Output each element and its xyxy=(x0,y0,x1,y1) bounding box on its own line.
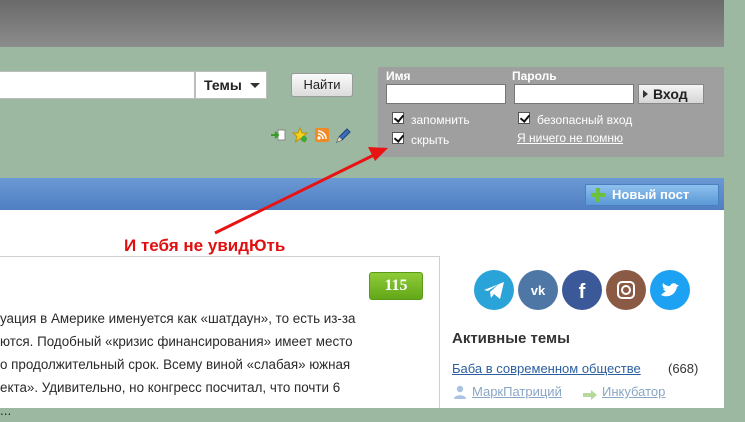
instagram-icon[interactable] xyxy=(606,270,646,310)
login-button-label: Вход xyxy=(653,86,688,102)
new-post-button[interactable]: Новый пост xyxy=(585,184,719,206)
search-input[interactable] xyxy=(0,71,195,99)
article-text: уация в Америке именуется как «шатдаун»,… xyxy=(0,307,422,422)
star-icon[interactable] xyxy=(291,126,309,144)
login-panel: Имя Пароль Вход запомнить безопасный вхо… xyxy=(378,67,724,157)
hide-checkbox[interactable] xyxy=(392,132,404,144)
annotation-label: И тебя не увидЮть xyxy=(124,236,286,255)
twitter-icon[interactable] xyxy=(650,270,690,310)
svg-text:vk: vk xyxy=(531,283,546,298)
new-post-label: Новый пост xyxy=(612,187,690,202)
facebook-icon[interactable]: f xyxy=(562,270,602,310)
remember-label: запомнить xyxy=(411,113,470,127)
chevron-down-icon xyxy=(250,83,260,88)
plus-icon xyxy=(591,188,605,202)
article-line: уация в Америке именуется как «шатдаун»,… xyxy=(0,311,356,326)
login-button[interactable]: Вход xyxy=(638,84,704,104)
article-line: о продолжительный срок. Всему виной «сла… xyxy=(0,357,351,372)
forgot-password-link[interactable]: Я ничего не помню xyxy=(517,131,623,145)
topic-link[interactable]: Баба в современном обществе xyxy=(452,361,641,376)
svg-text:f: f xyxy=(579,281,586,303)
page-background xyxy=(724,0,745,47)
page-background xyxy=(724,178,745,210)
user-icon xyxy=(454,385,466,399)
arrow-right-icon xyxy=(583,387,597,400)
search-button[interactable]: Найти xyxy=(291,73,353,97)
page-background xyxy=(724,210,745,408)
pencil-icon[interactable] xyxy=(334,127,351,143)
rss-icon[interactable] xyxy=(314,127,330,143)
secure-login-label: безопасный вход xyxy=(537,113,633,127)
name-label: Имя xyxy=(386,69,411,83)
article-line: екта». Удивительно, но конгресс посчитал… xyxy=(0,380,341,395)
remember-checkbox[interactable] xyxy=(392,112,404,124)
search-scope-select[interactable]: Темы xyxy=(195,71,267,99)
password-field[interactable] xyxy=(514,84,634,104)
hide-label: скрыть xyxy=(411,133,450,147)
telegram-icon[interactable] xyxy=(474,270,514,310)
arrow-page-icon[interactable] xyxy=(270,127,286,143)
vk-icon[interactable]: vk xyxy=(518,270,558,310)
search-scope-label: Темы xyxy=(204,77,242,93)
password-label: Пароль xyxy=(512,69,557,83)
topic-section-link[interactable]: Инкубатор xyxy=(602,384,665,399)
topic-author-link[interactable]: МаркПатриций xyxy=(472,384,562,399)
article-line: ... xyxy=(0,403,12,418)
top-header-bar xyxy=(0,0,724,47)
active-topics-title: Активные темы xyxy=(452,330,570,347)
play-icon xyxy=(643,90,648,98)
name-field[interactable] xyxy=(386,84,506,104)
article-line: ются. Подобный «кризис финансирования» и… xyxy=(0,334,353,349)
secure-login-checkbox[interactable] xyxy=(518,112,530,124)
rating-badge[interactable]: 115 xyxy=(369,272,423,300)
topic-count: (668) xyxy=(668,361,699,376)
